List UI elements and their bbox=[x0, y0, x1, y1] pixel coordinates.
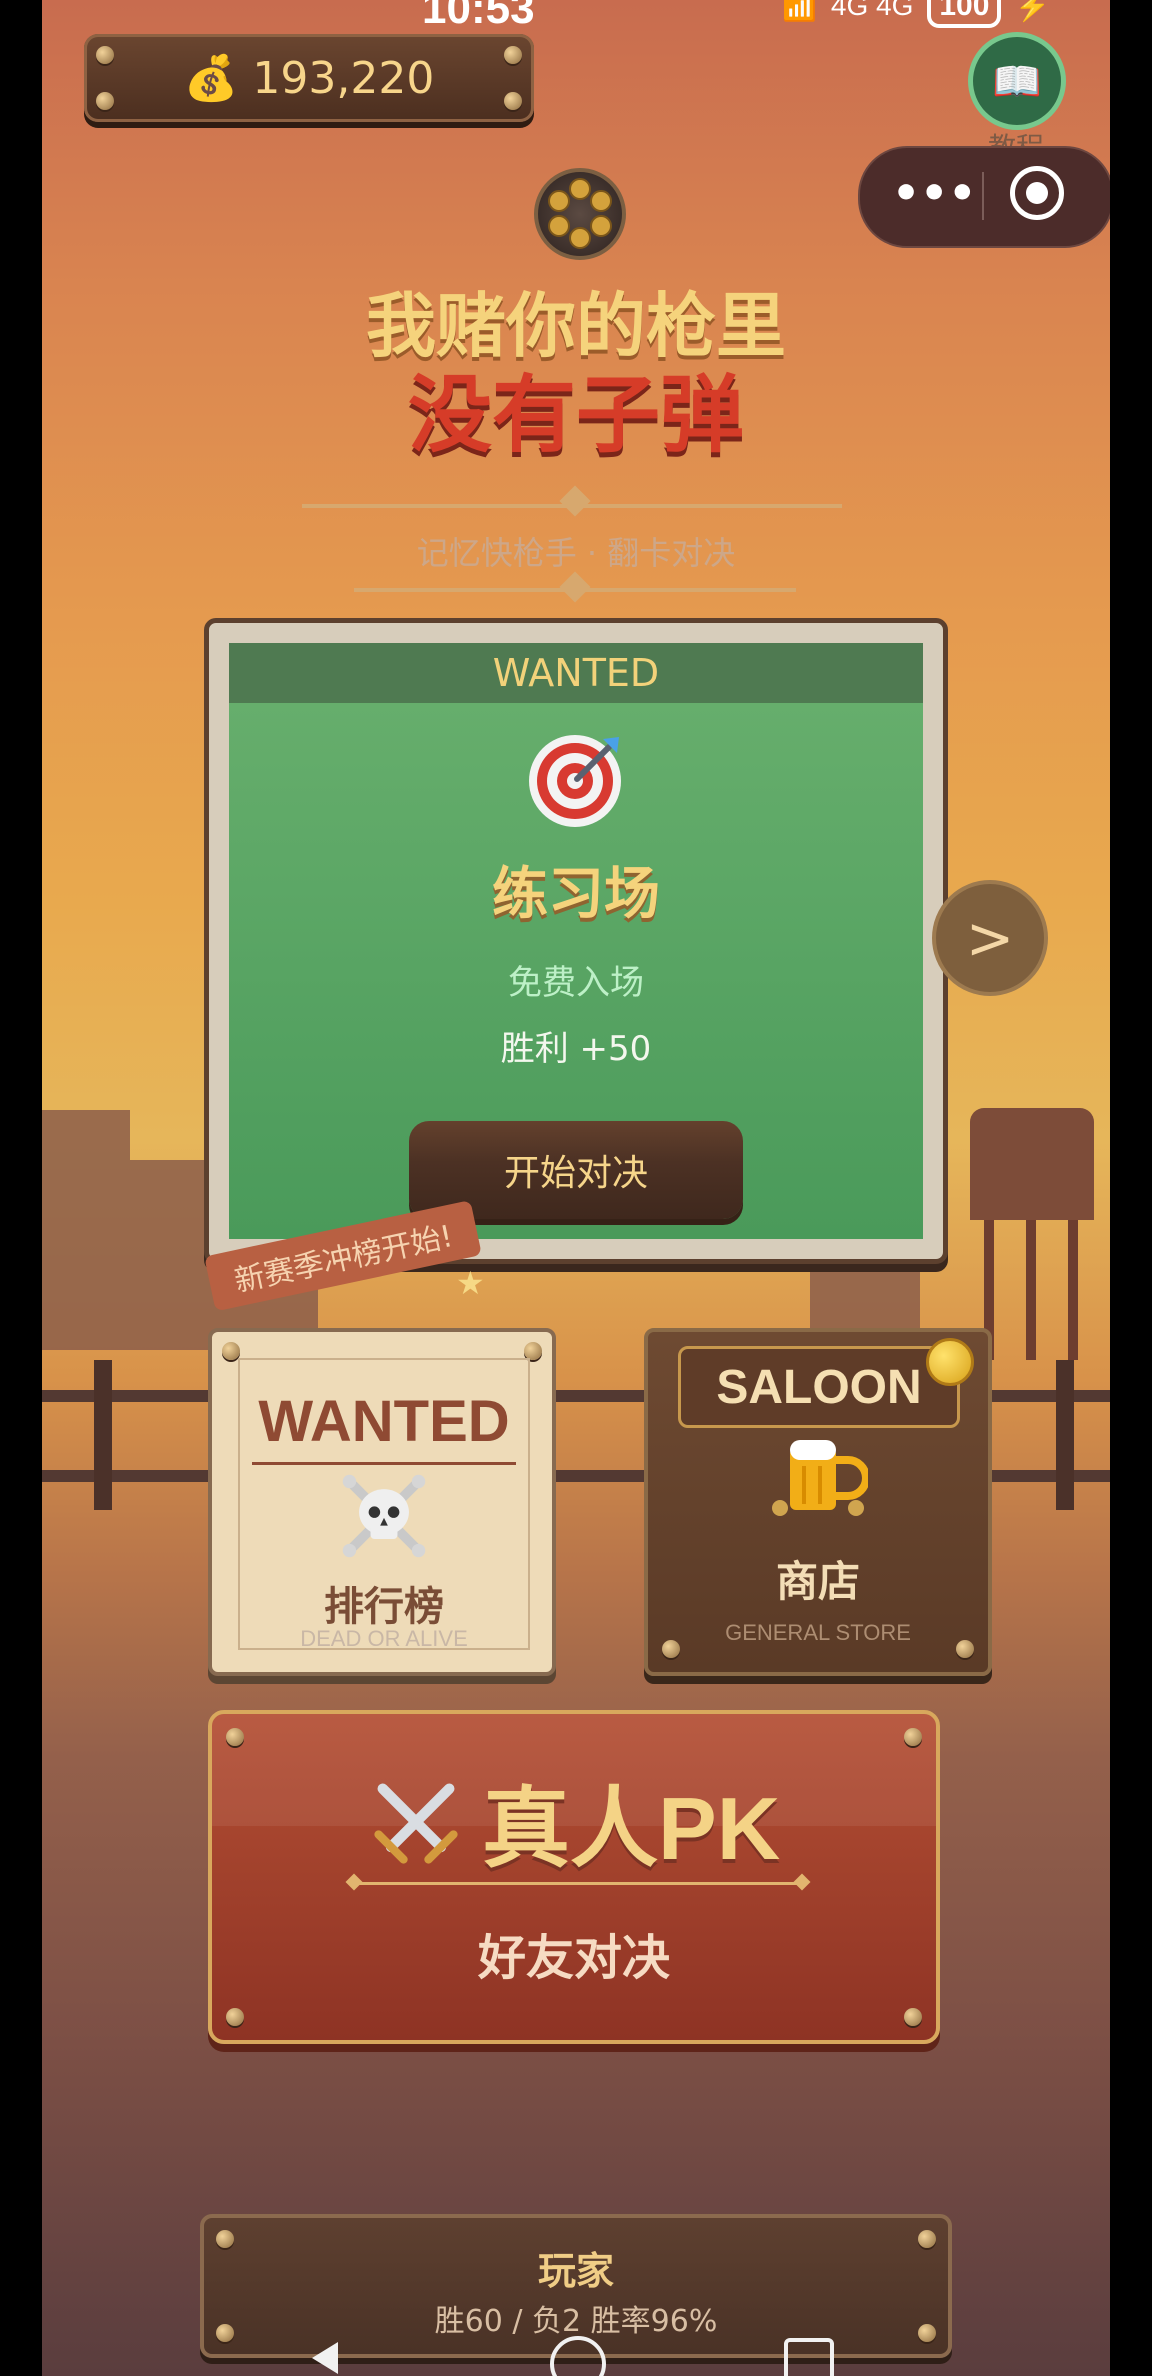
practice-title: 练习场 bbox=[492, 862, 660, 927]
rail-post bbox=[94, 1360, 112, 1510]
shop-header: SALOON bbox=[678, 1346, 960, 1428]
skull-icon bbox=[342, 1474, 426, 1558]
bolt bbox=[96, 46, 114, 64]
revolver-icon bbox=[534, 168, 626, 260]
divider-diamond bbox=[345, 1873, 363, 1891]
leaderboard-divider bbox=[252, 1462, 516, 1465]
star-icon: ★ bbox=[456, 1264, 485, 1302]
shop-subtitle: GENERAL STORE bbox=[725, 1620, 911, 1645]
charging-icon: ⚡ bbox=[1015, 0, 1051, 22]
leaderboard-poster: WANTED 排行榜 DEAD OR ALIVE bbox=[238, 1358, 530, 1651]
tower-tank bbox=[970, 1108, 1094, 1220]
chamber bbox=[569, 227, 591, 249]
bolt bbox=[904, 1728, 922, 1746]
target-icon[interactable] bbox=[1010, 166, 1064, 220]
bolt bbox=[226, 1728, 244, 1746]
target-dart-icon bbox=[529, 735, 621, 827]
building bbox=[42, 1110, 130, 1350]
shop-card[interactable]: SALOON 商店 GENERAL STORE bbox=[644, 1328, 992, 1676]
capsule-divider bbox=[982, 172, 984, 220]
water-tower bbox=[962, 1080, 1110, 1360]
recent-apps-icon[interactable] bbox=[784, 2338, 834, 2376]
back-icon[interactable] bbox=[312, 2342, 338, 2374]
chevron-right-icon[interactable]: > bbox=[932, 880, 1048, 996]
bolt bbox=[504, 92, 522, 110]
navigation-bar bbox=[42, 2324, 1110, 2376]
leaderboard-header: WANTED bbox=[258, 1389, 510, 1454]
practice-card-body: WANTED 练习场 免费入场 胜利 +50 开始对决 bbox=[229, 643, 923, 1239]
practice-entry: 免费入场 bbox=[508, 963, 644, 1003]
book-icon: 📖 bbox=[968, 32, 1066, 130]
divider-diamond bbox=[559, 485, 591, 517]
shop-label: 商店 bbox=[775, 1557, 860, 1606]
phone-screen: 10:53 📶 4G 4G 100 ⚡ 💰 193,220 📖 教程 ••• bbox=[0, 0, 1152, 2376]
pvp-title: 真人PK bbox=[482, 1779, 781, 1878]
chamber bbox=[590, 190, 612, 212]
network-label: 4G 4G bbox=[830, 0, 914, 21]
leaderboard-card[interactable]: WANTED 排行榜 DEAD OR ALIVE bbox=[208, 1328, 556, 1676]
home-icon[interactable] bbox=[550, 2336, 606, 2376]
player-label: 玩家 bbox=[537, 2249, 614, 2293]
chamber bbox=[548, 215, 570, 237]
chamber bbox=[569, 178, 591, 200]
money-bag-icon: 💰 bbox=[183, 53, 239, 104]
pvp-divider bbox=[354, 1882, 802, 1885]
bolt bbox=[226, 2008, 244, 2026]
bolt bbox=[904, 2008, 922, 2026]
beer-icon bbox=[772, 1440, 868, 1516]
battery-badge: 100 bbox=[927, 0, 1002, 28]
practice-reward: 胜利 +50 bbox=[500, 1029, 652, 1069]
divider-diamond bbox=[793, 1873, 811, 1891]
tower-leg bbox=[1068, 1220, 1078, 1360]
practice-card[interactable]: WANTED 练习场 免费入场 胜利 +50 开始对决 bbox=[204, 618, 948, 1264]
leaderboard-label: 排行榜 bbox=[324, 1584, 444, 1630]
swords-icon bbox=[374, 1783, 458, 1864]
pvp-subtitle: 好友对决 bbox=[477, 1930, 670, 1986]
mini-program-page: 10:53 📶 4G 4G 100 ⚡ 💰 193,220 📖 教程 ••• bbox=[42, 0, 1110, 2376]
status-icons: 📶 4G 4G 100 ⚡ bbox=[782, 0, 1050, 28]
pvp-card[interactable]: 真人PK 好友对决 bbox=[208, 1710, 940, 2044]
status-bar: 10:53 📶 4G 4G 100 ⚡ bbox=[42, 0, 1110, 34]
chamber bbox=[590, 215, 612, 237]
menu-capsule[interactable]: ••• bbox=[858, 146, 1110, 248]
coin-balance: 💰 193,220 bbox=[84, 34, 534, 122]
tower-leg bbox=[1026, 1220, 1036, 1360]
leaderboard-subtitle: DEAD OR ALIVE bbox=[300, 1626, 468, 1651]
signal-icon: 📶 bbox=[782, 0, 817, 22]
practice-card-header: WANTED bbox=[229, 643, 923, 703]
status-time: 10:53 bbox=[422, 0, 535, 33]
more-icon[interactable]: ••• bbox=[892, 172, 976, 216]
page-subtitle: 记忆快枪手 · 翻卡对决 bbox=[416, 534, 736, 572]
bolt bbox=[96, 92, 114, 110]
chamber bbox=[548, 190, 570, 212]
coin-icon bbox=[926, 1338, 974, 1386]
divider-diamond bbox=[559, 571, 591, 603]
coin-amount: 193,220 bbox=[252, 52, 435, 104]
page-title-line-2: 没有子弹 bbox=[407, 366, 744, 464]
rail-post bbox=[1056, 1360, 1074, 1510]
bolt bbox=[504, 46, 522, 64]
